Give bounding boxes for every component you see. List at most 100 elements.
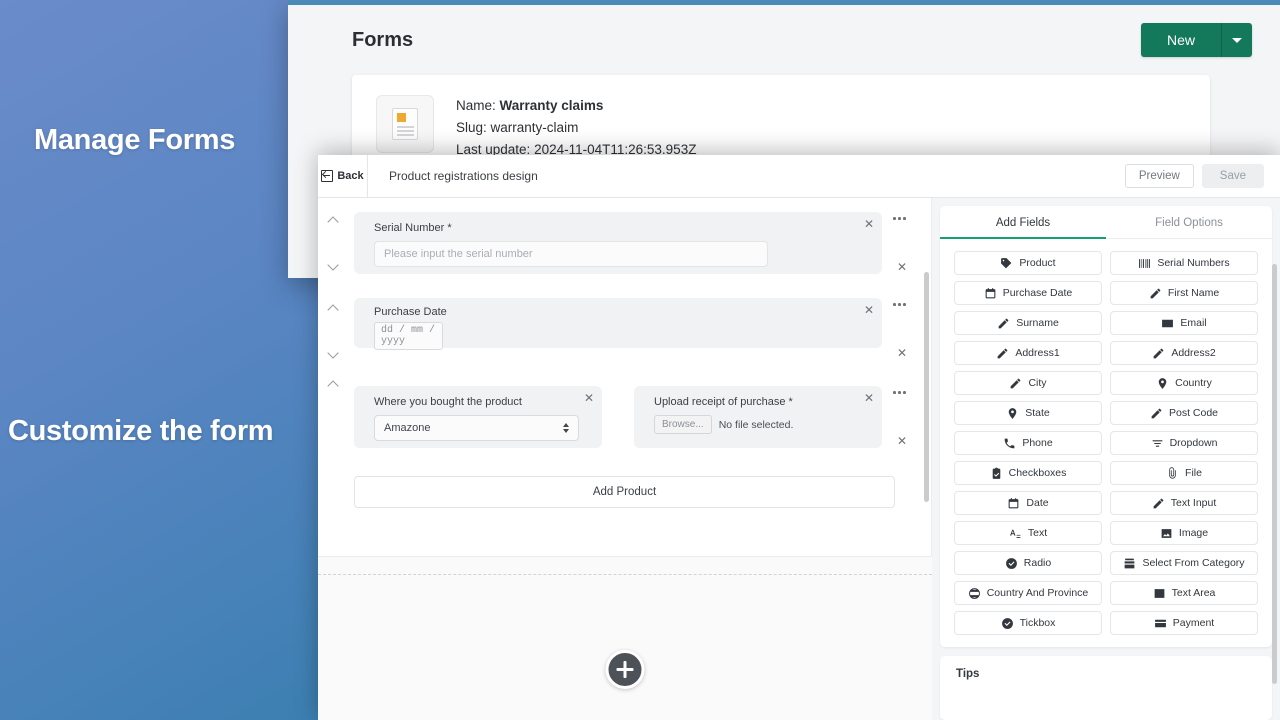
field-button-tickbox[interactable]: Tickbox <box>954 611 1102 635</box>
field-button-text-area[interactable]: Text Area <box>1110 581 1258 605</box>
field-button-phone[interactable]: Phone <box>954 431 1102 455</box>
move-up-icon[interactable] <box>329 216 340 227</box>
form-row[interactable]: ✕ Purchase Date dd / mm / yyyy ✕ <box>318 298 931 378</box>
check-circle-icon <box>1001 617 1014 630</box>
field-button-label: Text <box>1028 527 1047 540</box>
credit-card-icon <box>1154 617 1167 630</box>
remove-field-icon[interactable]: ✕ <box>864 218 874 230</box>
field-button-date[interactable]: Date <box>954 491 1102 515</box>
field-button-label: City <box>1028 377 1046 390</box>
field-block[interactable]: ✕ Upload receipt of purchase * Browse...… <box>634 386 882 448</box>
field-button-address1[interactable]: Address1 <box>954 341 1102 365</box>
field-button-text[interactable]: Text <box>954 521 1102 545</box>
serial-number-input[interactable]: Please input the serial number <box>374 241 768 267</box>
fields-panel-scrollbar[interactable] <box>1272 264 1277 684</box>
field-button-label: Product <box>1019 257 1055 270</box>
move-up-icon[interactable] <box>329 304 340 315</box>
field-button-serial-numbers[interactable]: Serial Numbers <box>1110 251 1258 275</box>
move-up-icon[interactable] <box>329 380 340 391</box>
form-name-row: Name: Warranty claims <box>456 95 696 117</box>
back-button[interactable]: Back <box>318 155 368 197</box>
globe-icon <box>968 587 981 600</box>
phone-icon <box>1003 437 1016 450</box>
new-button-group[interactable]: New <box>1141 23 1252 57</box>
receipt-file-input[interactable]: Browse... No file selected. <box>654 415 868 434</box>
field-button-label: Purchase Date <box>1003 287 1072 300</box>
form-row[interactable]: ✕ Serial Number * Please input the seria… <box>318 212 931 290</box>
back-label: Back <box>337 170 363 182</box>
drop-zone[interactable] <box>318 556 932 720</box>
field-button-product[interactable]: Product <box>954 251 1102 275</box>
fields-card: Add Fields Field Options Product Serial … <box>940 206 1272 647</box>
browse-button[interactable]: Browse... <box>654 415 712 434</box>
field-button-label: Image <box>1179 527 1208 540</box>
field-button-label: Radio <box>1024 557 1051 570</box>
tab-field-options[interactable]: Field Options <box>1106 206 1272 238</box>
move-down-icon[interactable] <box>329 261 340 272</box>
add-product-button[interactable]: Add Product <box>354 476 895 508</box>
field-button-select-from-category[interactable]: Select From Category <box>1110 551 1258 575</box>
move-down-icon[interactable] <box>329 349 340 360</box>
row-menu-icon[interactable] <box>893 303 906 306</box>
row-menu-icon[interactable] <box>893 391 906 394</box>
add-block-button[interactable] <box>606 650 645 689</box>
purchase-location-select[interactable]: Amazone <box>374 415 579 441</box>
field-button-first-name[interactable]: First Name <box>1110 281 1258 305</box>
field-button-label: Serial Numbers <box>1157 257 1229 270</box>
remove-row-icon[interactable]: ✕ <box>897 260 907 274</box>
calendar-icon <box>1007 497 1020 510</box>
drop-zone-divider <box>318 574 932 575</box>
row-menu-icon[interactable] <box>893 217 906 220</box>
field-button-label: Surname <box>1016 317 1059 330</box>
text-area-icon <box>1153 587 1166 600</box>
form-slug-label: Slug: <box>456 120 487 135</box>
field-button-checkboxes[interactable]: Checkboxes <box>954 461 1102 485</box>
field-button-country-and-province[interactable]: Country And Province <box>954 581 1102 605</box>
field-button-post-code[interactable]: Post Code <box>1110 401 1258 425</box>
field-button-address2[interactable]: Address2 <box>1110 341 1258 365</box>
field-button-country[interactable]: Country <box>1110 371 1258 395</box>
new-dropdown-button[interactable] <box>1222 23 1252 57</box>
field-button-city[interactable]: City <box>954 371 1102 395</box>
field-button-surname[interactable]: Surname <box>954 311 1102 335</box>
tab-add-fields[interactable]: Add Fields <box>940 206 1106 238</box>
canvas-scrollbar[interactable] <box>924 272 929 502</box>
new-button[interactable]: New <box>1141 23 1222 57</box>
fields-panel: Add Fields Field Options Product Serial … <box>932 198 1280 720</box>
remove-field-icon[interactable]: ✕ <box>864 304 874 316</box>
field-button-purchase-date[interactable]: Purchase Date <box>954 281 1102 305</box>
save-button[interactable]: Save <box>1202 164 1264 188</box>
field-button-email[interactable]: Email <box>1110 311 1258 335</box>
field-button-dropdown[interactable]: Dropdown <box>1110 431 1258 455</box>
promo-caption-manage-forms: Manage Forms <box>34 124 235 157</box>
preview-button[interactable]: Preview <box>1125 164 1194 188</box>
purchase-date-input[interactable]: dd / mm / yyyy <box>374 322 443 350</box>
field-button-file[interactable]: File <box>1110 461 1258 485</box>
field-button-label: Address2 <box>1171 347 1215 360</box>
tips-card: Tips <box>940 656 1272 720</box>
field-block[interactable]: ✕ Where you bought the product Amazone <box>354 386 602 448</box>
designer-canvas[interactable]: ✕ Serial Number * Please input the seria… <box>318 198 932 556</box>
remove-field-icon[interactable]: ✕ <box>584 392 594 404</box>
field-button-image[interactable]: Image <box>1110 521 1258 545</box>
font-size-icon <box>1009 527 1022 540</box>
field-block[interactable]: ✕ Serial Number * Please input the seria… <box>354 212 882 274</box>
remove-field-icon[interactable]: ✕ <box>864 392 874 404</box>
form-name-label: Name: <box>456 98 496 113</box>
field-button-label: Date <box>1026 497 1048 510</box>
calendar-icon <box>984 287 997 300</box>
field-button-label: First Name <box>1168 287 1219 300</box>
form-row[interactable]: ✕ Where you bought the product Amazone ✕… <box>318 386 931 466</box>
field-button-label: Text Input <box>1171 497 1217 510</box>
remove-row-icon[interactable]: ✕ <box>897 434 907 448</box>
field-button-payment[interactable]: Payment <box>1110 611 1258 635</box>
field-block[interactable]: ✕ Purchase Date dd / mm / yyyy <box>354 298 882 348</box>
remove-row-icon[interactable]: ✕ <box>897 346 907 360</box>
field-button-state[interactable]: State <box>954 401 1102 425</box>
field-button-radio[interactable]: Radio <box>954 551 1102 575</box>
field-label: Serial Number * <box>374 222 868 234</box>
form-slug-row: Slug: warranty-claim <box>456 117 696 139</box>
field-button-text-input[interactable]: Text Input <box>1110 491 1258 515</box>
form-designer-window: Back Product registrations design Previe… <box>318 155 1280 720</box>
toolbar-actions: Preview Save <box>1125 155 1280 197</box>
